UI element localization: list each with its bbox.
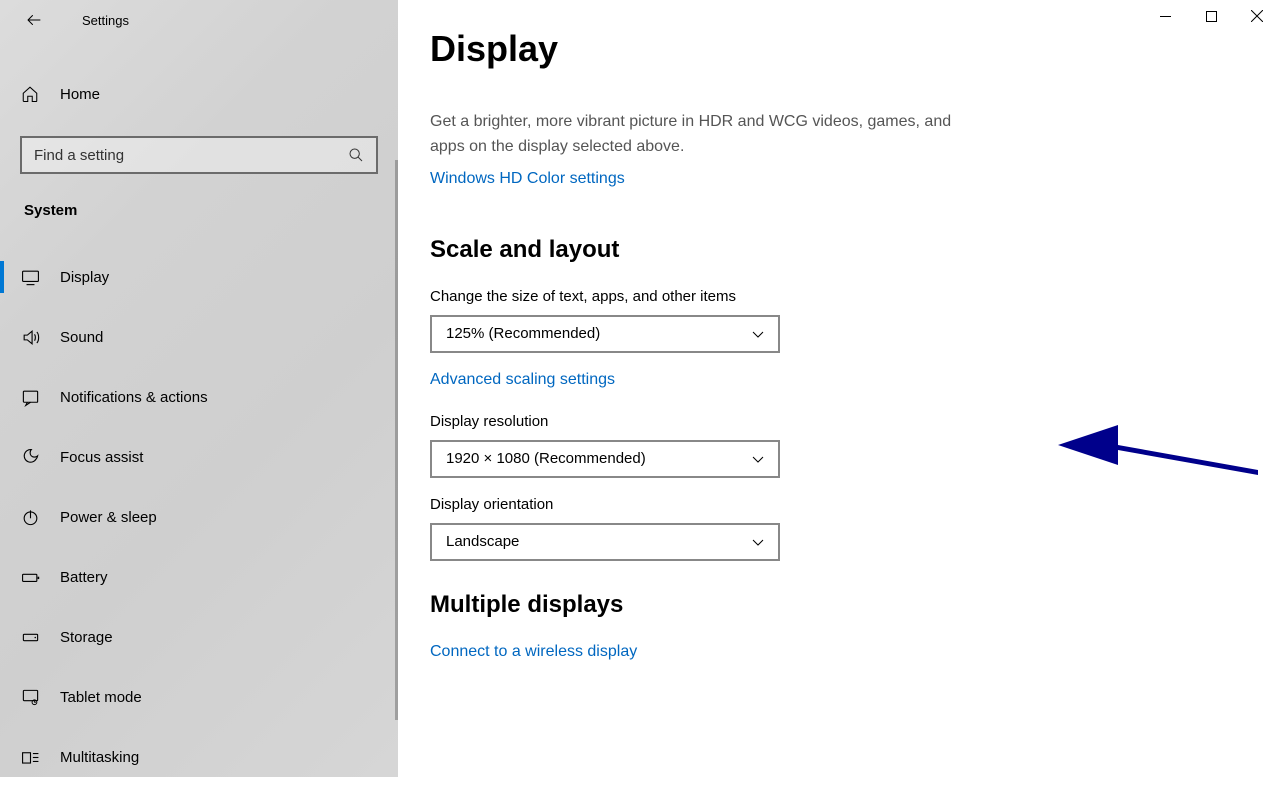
sidebar-item-battery[interactable]: Battery <box>0 547 398 607</box>
scale-dropdown[interactable]: 125% (Recommended) <box>430 315 780 353</box>
notifications-icon <box>20 388 40 407</box>
sidebar-item-label: Battery <box>60 569 108 586</box>
battery-icon <box>20 568 40 587</box>
orientation-value: Landscape <box>446 533 519 550</box>
section-multiple-displays: Multiple displays <box>430 591 1280 619</box>
section-scale-layout: Scale and layout <box>430 236 1280 264</box>
main-content: Display Get a brighter, more vibrant pic… <box>398 0 1280 777</box>
search-box[interactable] <box>20 136 378 174</box>
hdr-description: Get a brighter, more vibrant picture in … <box>430 110 970 160</box>
scale-value: 125% (Recommended) <box>446 325 600 342</box>
chevron-down-icon <box>752 453 764 465</box>
advanced-scaling-link[interactable]: Advanced scaling settings <box>430 371 615 389</box>
window-title: Settings <box>82 13 129 28</box>
power-icon <box>20 508 40 527</box>
search-input[interactable] <box>34 147 348 164</box>
back-button[interactable] <box>20 6 48 34</box>
minimize-icon <box>1160 11 1171 22</box>
chevron-down-icon <box>752 536 764 548</box>
sidebar-item-label: Display <box>60 269 109 286</box>
hd-color-settings-link[interactable]: Windows HD Color settings <box>430 170 625 188</box>
chevron-down-icon <box>752 328 764 340</box>
wireless-display-link[interactable]: Connect to a wireless display <box>430 643 637 661</box>
scale-label: Change the size of text, apps, and other… <box>430 288 1280 305</box>
sidebar-item-notifications[interactable]: Notifications & actions <box>0 367 398 427</box>
sidebar-item-label: Tablet mode <box>60 689 142 706</box>
sidebar-item-power[interactable]: Power & sleep <box>0 487 398 547</box>
arrow-left-icon <box>25 11 43 29</box>
sidebar-item-label: Storage <box>60 629 113 646</box>
maximize-icon <box>1206 11 1217 22</box>
search-icon <box>348 147 364 163</box>
sidebar-item-tablet[interactable]: Tablet mode <box>0 667 398 727</box>
display-icon <box>20 268 40 287</box>
orientation-dropdown[interactable]: Landscape <box>430 523 780 561</box>
multitasking-icon <box>20 748 40 767</box>
orientation-label: Display orientation <box>430 496 1280 513</box>
tablet-icon <box>20 688 40 707</box>
category-label: System <box>24 202 398 219</box>
close-button[interactable] <box>1234 0 1280 32</box>
sidebar-item-label: Focus assist <box>60 449 143 466</box>
home-nav[interactable]: Home <box>0 72 398 116</box>
storage-icon <box>20 628 40 647</box>
sidebar-item-label: Notifications & actions <box>60 389 208 406</box>
home-label: Home <box>60 86 100 103</box>
sidebar-nav: Display Sound Notifications & actions Fo… <box>0 247 398 787</box>
sidebar-item-focus-assist[interactable]: Focus assist <box>0 427 398 487</box>
home-icon <box>20 85 40 103</box>
resolution-dropdown[interactable]: 1920 × 1080 (Recommended) <box>430 440 780 478</box>
close-icon <box>1251 10 1263 22</box>
sidebar-item-storage[interactable]: Storage <box>0 607 398 667</box>
sidebar-item-label: Multitasking <box>60 749 139 766</box>
page-title: Display <box>430 28 1280 70</box>
sidebar-item-label: Sound <box>60 329 103 346</box>
sound-icon <box>20 328 40 347</box>
maximize-button[interactable] <box>1188 0 1234 32</box>
sidebar-item-label: Power & sleep <box>60 509 157 526</box>
window-controls <box>1142 0 1280 32</box>
focus-assist-icon <box>20 448 40 467</box>
sidebar-item-multitasking[interactable]: Multitasking <box>0 727 398 787</box>
sidebar-item-sound[interactable]: Sound <box>0 307 398 367</box>
sidebar-item-display[interactable]: Display <box>0 247 398 307</box>
settings-sidebar: Settings Home System Display Sound <box>0 0 398 777</box>
resolution-value: 1920 × 1080 (Recommended) <box>446 450 646 467</box>
resolution-label: Display resolution <box>430 413 1280 430</box>
minimize-button[interactable] <box>1142 0 1188 32</box>
